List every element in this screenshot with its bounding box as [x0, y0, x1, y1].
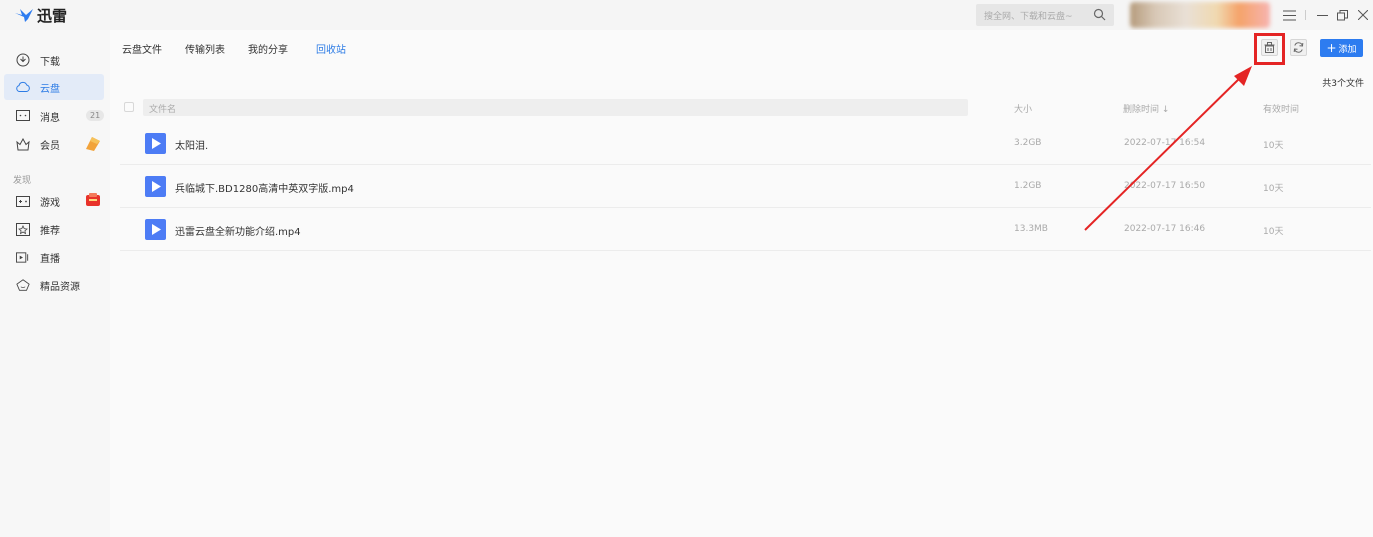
video-file-icon	[145, 176, 166, 197]
sidebar-item-label: 直播	[40, 253, 60, 265]
search-icon[interactable]	[1093, 8, 1106, 21]
plus-icon: +	[1326, 41, 1337, 55]
col-header-valid-time[interactable]: 有效时间	[1263, 102, 1299, 115]
sidebar-item-download[interactable]: 下载	[4, 47, 104, 73]
title-bar: 迅雷 搜全网、下载和云盘~	[0, 0, 1373, 30]
restore-icon[interactable]	[1333, 6, 1351, 24]
video-file-icon	[145, 133, 166, 154]
refresh-button[interactable]	[1290, 39, 1307, 56]
col-header-deleted-time[interactable]: 删除时间 ↓	[1123, 102, 1169, 115]
menu-icon[interactable]	[1280, 6, 1298, 24]
message-icon	[16, 109, 30, 123]
file-name: 迅雷云盘全新功能介绍.mp4	[175, 227, 301, 238]
deleted-time: 2022-07-17 16:50	[1124, 181, 1206, 191]
sidebar-item-games[interactable]: 游戏	[4, 188, 104, 214]
add-button-label: 添加	[1338, 44, 1357, 55]
col-header-name[interactable]: 文件名	[149, 102, 176, 115]
valid-time: 10天	[1263, 141, 1284, 151]
col-header-size[interactable]: 大小	[1014, 102, 1032, 115]
download-icon	[16, 53, 30, 67]
file-count: 共3个文件	[1322, 79, 1364, 89]
sidebar-item-cloud[interactable]: 云盘	[4, 74, 104, 100]
sidebar-item-label: 推荐	[40, 225, 60, 237]
close-icon[interactable]	[1354, 6, 1372, 24]
select-all-checkbox[interactable]	[124, 102, 134, 112]
deleted-time: 2022-07-17 16:54	[1124, 138, 1206, 148]
valid-time: 10天	[1263, 184, 1284, 194]
recommend-icon	[16, 222, 30, 236]
diamond-icon	[16, 278, 30, 292]
gamepad-icon	[16, 194, 30, 208]
titlebar-divider	[1305, 10, 1306, 20]
app-logo: 迅雷	[14, 4, 67, 26]
live-icon	[16, 250, 30, 264]
sidebar-item-label: 会员	[40, 140, 60, 152]
search-placeholder: 搜全网、下载和云盘~	[984, 11, 1073, 22]
thunder-bird-icon	[15, 9, 33, 22]
file-name: 兵临城下.BD1280高清中英双字版.mp4	[175, 184, 354, 195]
file-size: 13.3MB	[1014, 224, 1048, 234]
sort-down-icon: ↓	[1161, 105, 1170, 115]
sidebar-item-premium-resources[interactable]: 精品资源	[4, 272, 104, 298]
sidebar-item-live[interactable]: 直播	[4, 244, 104, 270]
refresh-icon	[1293, 42, 1304, 53]
video-file-icon	[145, 219, 166, 240]
app-name: 迅雷	[37, 6, 68, 25]
sidebar-item-recommend[interactable]: 推荐	[4, 216, 104, 242]
user-avatar[interactable]	[1130, 2, 1270, 28]
sidebar-item-label: 游戏	[40, 197, 60, 209]
sidebar-item-messages[interactable]: 消息 21	[4, 103, 105, 129]
table-row[interactable]: 太阳泪. 3.2GB 2022-07-17 16:54 10天	[120, 122, 1371, 165]
tab-cloud-files[interactable]: 云盘文件	[122, 41, 162, 56]
tab-transfer-list[interactable]: 传输列表	[185, 41, 225, 56]
cloud-tabs: 云盘文件 传输列表 我的分享 回收站	[122, 41, 369, 56]
message-count-badge: 21	[86, 110, 105, 121]
vip-promo-icon[interactable]	[84, 135, 102, 156]
minimize-icon[interactable]	[1313, 6, 1331, 24]
annotation-highlight-box	[1254, 33, 1285, 65]
sidebar: 下载 云盘 消息 21 会员 发现 游戏 推荐 直播 精品资源	[0, 30, 110, 537]
main-panel: 云盘文件 传输列表 我的分享 回收站 + 添加 共3个文件 文件名 大小 删除时…	[110, 30, 1373, 537]
add-button[interactable]: + 添加	[1320, 39, 1363, 57]
table-header: 文件名 大小 删除时间 ↓ 有效时间	[124, 99, 1364, 117]
sidebar-item-label: 云盘	[40, 83, 60, 95]
sidebar-item-vip[interactable]: 会员	[4, 131, 104, 157]
table-row[interactable]: 迅雷云盘全新功能介绍.mp4 13.3MB 2022-07-17 16:46 1…	[120, 208, 1371, 251]
sidebar-item-label: 精品资源	[40, 281, 80, 293]
game-gift-icon[interactable]	[85, 192, 101, 210]
crown-icon	[16, 137, 30, 151]
valid-time: 10天	[1263, 227, 1284, 237]
file-size: 3.2GB	[1014, 138, 1042, 148]
table-row[interactable]: 兵临城下.BD1280高清中英双字版.mp4 1.2GB 2022-07-17 …	[120, 165, 1371, 208]
tab-my-shares[interactable]: 我的分享	[248, 41, 288, 56]
deleted-time: 2022-07-17 16:46	[1124, 224, 1206, 234]
sidebar-item-label: 下载	[40, 56, 60, 68]
name-column-header-bg	[143, 99, 968, 116]
sidebar-item-label: 消息	[40, 112, 60, 124]
file-name: 太阳泪.	[175, 141, 209, 152]
tab-recycle-bin[interactable]: 回收站	[316, 41, 346, 56]
file-size: 1.2GB	[1014, 181, 1042, 191]
cloud-icon	[16, 80, 30, 94]
search-input[interactable]: 搜全网、下载和云盘~	[976, 4, 1114, 26]
discover-section-label: 发现	[13, 176, 32, 186]
